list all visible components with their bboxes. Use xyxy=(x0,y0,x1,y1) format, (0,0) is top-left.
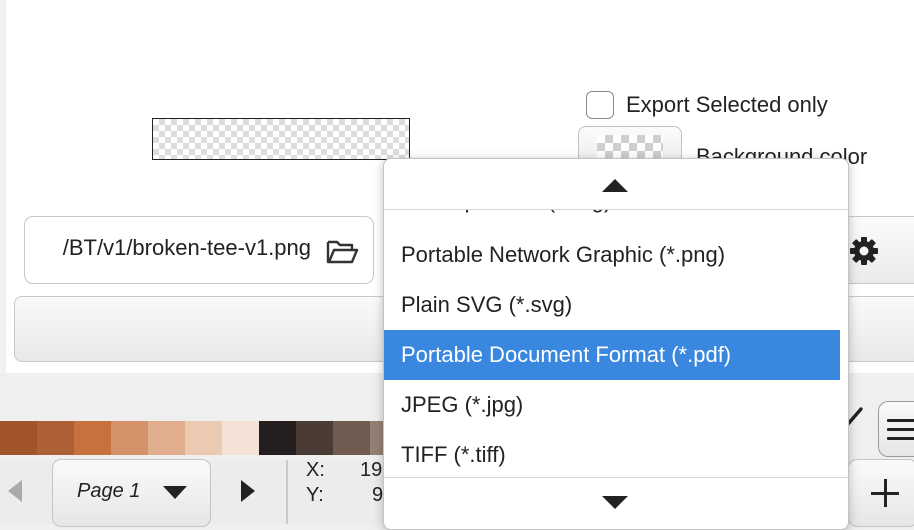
palette-swatch[interactable] xyxy=(259,421,296,455)
x-coordinate-value: 19 xyxy=(360,459,383,481)
x-coordinate-label: X: xyxy=(306,459,325,481)
palette-swatch[interactable] xyxy=(74,421,111,455)
file-type-item-jpeg[interactable]: JPEG (*.jpg) xyxy=(384,380,840,430)
plus-icon xyxy=(884,479,887,507)
filename-text[interactable]: /BT/v1/broken-tee-v1.png xyxy=(63,235,311,261)
filename-field[interactable]: /BT/v1/broken-tee-v1.png xyxy=(24,216,374,284)
palette-swatch[interactable] xyxy=(296,421,333,455)
previous-page-icon[interactable] xyxy=(8,480,22,502)
palette-swatch[interactable] xyxy=(0,421,37,455)
y-coordinate-label: Y: xyxy=(306,484,324,506)
palette-swatch[interactable] xyxy=(37,421,74,455)
hamburger-menu-icon xyxy=(887,428,914,431)
y-coordinate-value: 9 xyxy=(372,484,384,506)
hamburger-menu-icon xyxy=(887,419,914,422)
folder-open-icon[interactable] xyxy=(325,237,359,265)
chevron-down-icon xyxy=(163,486,187,499)
export-selected-row[interactable]: Export Selected only xyxy=(586,90,828,120)
page-selector[interactable]: Page 1 xyxy=(52,459,211,527)
file-type-item-tiff[interactable]: TIFF (*.tiff) xyxy=(384,430,840,477)
file-type-item-png[interactable]: Portable Network Graphic (*.png) xyxy=(384,230,840,280)
scroll-down-icon[interactable] xyxy=(602,496,628,509)
hamburger-menu-icon xyxy=(887,437,914,440)
file-type-item-inkscape-svg[interactable]: Inkscape SVG (*.svg) xyxy=(384,210,840,226)
status-separator xyxy=(286,460,288,524)
gear-icon xyxy=(850,237,878,265)
palette-swatch[interactable] xyxy=(148,421,185,455)
file-type-item-plain-svg[interactable]: Plain SVG (*.svg) xyxy=(384,280,840,330)
file-type-dropdown[interactable]: Inkscape SVG (*.svg) Portable Network Gr… xyxy=(383,158,849,530)
export-selected-checkbox[interactable] xyxy=(586,91,614,119)
export-preview xyxy=(152,118,410,160)
page-label: Page 1 xyxy=(77,480,141,502)
palette-swatch[interactable] xyxy=(222,421,259,455)
dropdown-divider xyxy=(384,477,848,478)
export-selected-label: Export Selected only xyxy=(626,92,828,117)
file-type-list: Inkscape SVG (*.svg) Portable Network Gr… xyxy=(384,210,840,477)
palette-swatch[interactable] xyxy=(111,421,148,455)
hamburger-menu-button[interactable] xyxy=(878,401,914,457)
scroll-up-icon[interactable] xyxy=(602,179,628,192)
palette-swatch[interactable] xyxy=(333,421,370,455)
zoom-in-button[interactable] xyxy=(848,459,914,527)
file-type-item-pdf[interactable]: Portable Document Format (*.pdf) xyxy=(384,330,840,380)
color-palette xyxy=(0,421,444,455)
palette-swatch[interactable] xyxy=(185,421,222,455)
next-page-icon[interactable] xyxy=(241,480,255,502)
panel-edge xyxy=(0,0,6,373)
